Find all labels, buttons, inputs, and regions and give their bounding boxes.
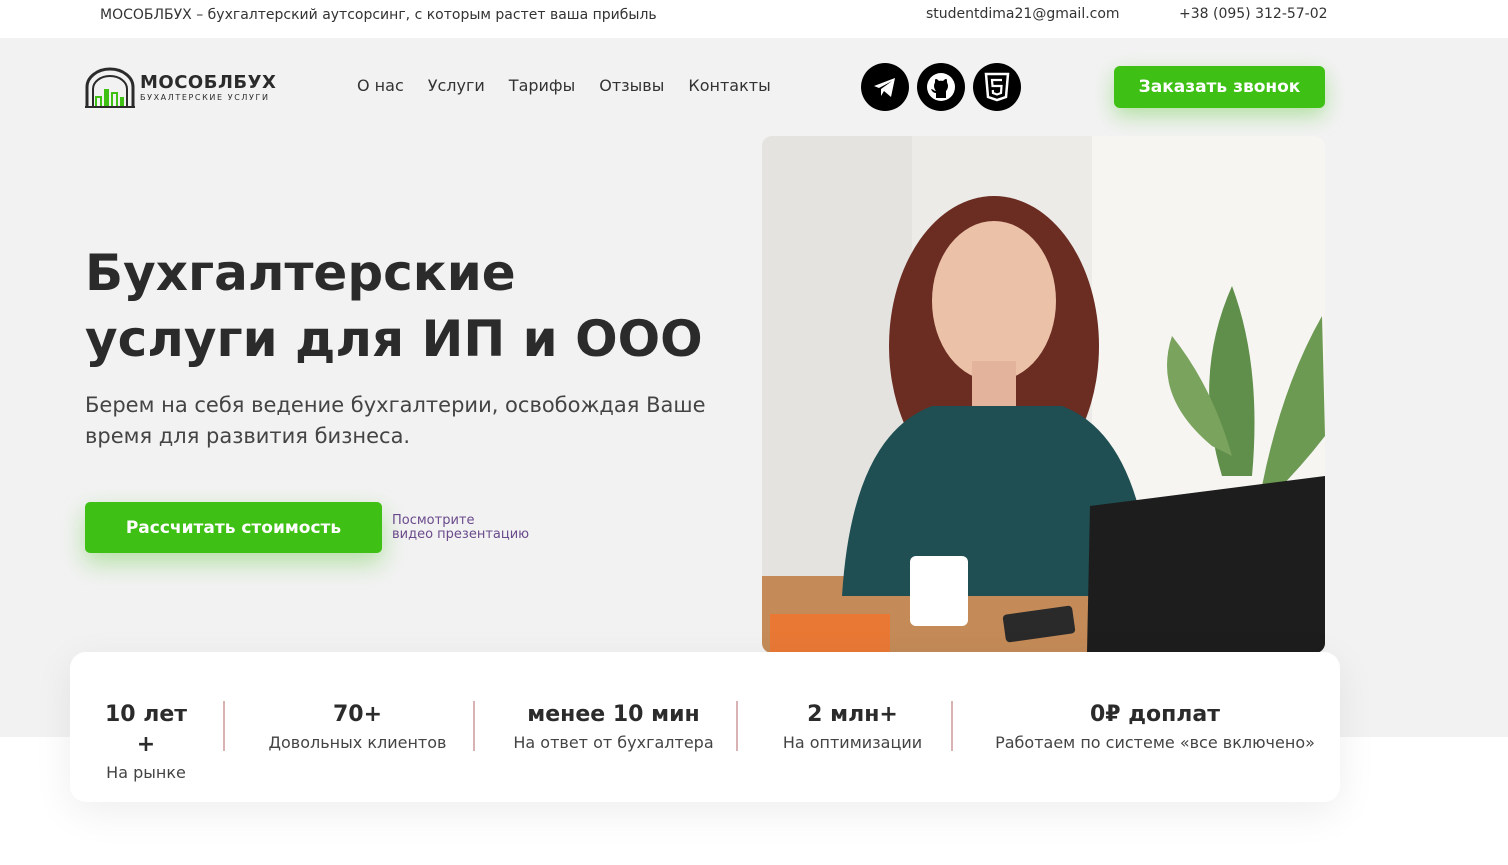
stat-divider — [951, 701, 953, 751]
hero-subtitle: Берем на себя ведение бухгалтерии, освоб… — [85, 393, 706, 448]
stat-label: На ответ от бухгалтера — [513, 733, 714, 752]
email-link[interactable]: studentdima21@gmail.com — [926, 6, 1120, 22]
stat-label: На рынке — [106, 763, 186, 782]
phone-link[interactable]: +38 (095) 312-57-02 — [1179, 6, 1328, 22]
stat-divider — [473, 701, 475, 751]
video-presentation-link[interactable]: Посмотрите видео презентацию — [392, 514, 529, 542]
stat-label: Работаем по системе «все включено» — [995, 733, 1315, 752]
order-call-button[interactable]: Заказать звонок — [1114, 66, 1325, 108]
hero-title-line1: Бухгалтерские — [85, 244, 516, 302]
stat-value: менее 10 мин — [527, 702, 700, 727]
stat-item: менее 10 мин На ответ от бухгалтера — [510, 700, 717, 756]
hero-title: Бухгалтерские услуги для ИП и ООО — [85, 240, 765, 372]
html5-icon[interactable] — [973, 63, 1021, 111]
nav-reviews[interactable]: Отзывы — [599, 76, 664, 95]
stat-item: 0₽ доплат Работаем по системе «все включ… — [975, 700, 1335, 756]
hero-photo — [762, 136, 1325, 653]
tagline: МОСОБЛБУХ – бухгалтерский аутсорсинг, с … — [100, 7, 657, 23]
video-link-line2: видео презентацию — [392, 527, 530, 542]
stat-value: 10 лет + — [104, 702, 188, 757]
stat-label: На оптимизации — [782, 733, 923, 752]
telegram-icon[interactable] — [861, 63, 909, 111]
stat-divider — [736, 701, 738, 751]
video-link-line1: Посмотрите — [392, 513, 475, 528]
nav-services[interactable]: Услуги — [428, 76, 485, 95]
nav-contacts[interactable]: Контакты — [688, 76, 770, 95]
social-links — [861, 63, 1021, 111]
logo-icon — [85, 67, 135, 108]
stat-value: 2 млн+ — [807, 702, 898, 727]
nav-tariffs[interactable]: Тарифы — [509, 76, 575, 95]
stat-item: 70+ Довольных клиентов — [260, 700, 455, 756]
main-nav: О нас Услуги Тарифы Отзывы Контакты — [357, 76, 795, 95]
stat-item: 2 млн+ На оптимизации — [770, 700, 935, 756]
stat-label: Довольных клиентов — [268, 733, 447, 752]
stat-value: 70+ — [332, 702, 383, 727]
calculate-cost-button[interactable]: Рассчитать стоимость — [85, 502, 382, 553]
top-info-bar: МОСОБЛБУХ – бухгалтерский аутсорсинг, с … — [0, 0, 1508, 38]
hero-title-line2: услуги для ИП и ООО — [85, 310, 703, 368]
stat-item: 10 лет + На рынке — [92, 700, 200, 786]
logo-subtitle: БУХАЛТЕРСКИЕ УСЛУГИ — [140, 93, 270, 102]
logo-title: МОСОБЛБУХ — [140, 72, 277, 93]
nav-about[interactable]: О нас — [357, 76, 404, 95]
github-icon[interactable] — [917, 63, 965, 111]
stat-value: 0₽ доплат — [1089, 702, 1221, 727]
stats-panel: 10 лет + На рынке 70+ Довольных клиентов… — [70, 652, 1340, 802]
logo[interactable]: МОСОБЛБУХ БУХАЛТЕРСКИЕ УСЛУГИ — [84, 66, 277, 110]
stat-divider — [223, 701, 225, 751]
